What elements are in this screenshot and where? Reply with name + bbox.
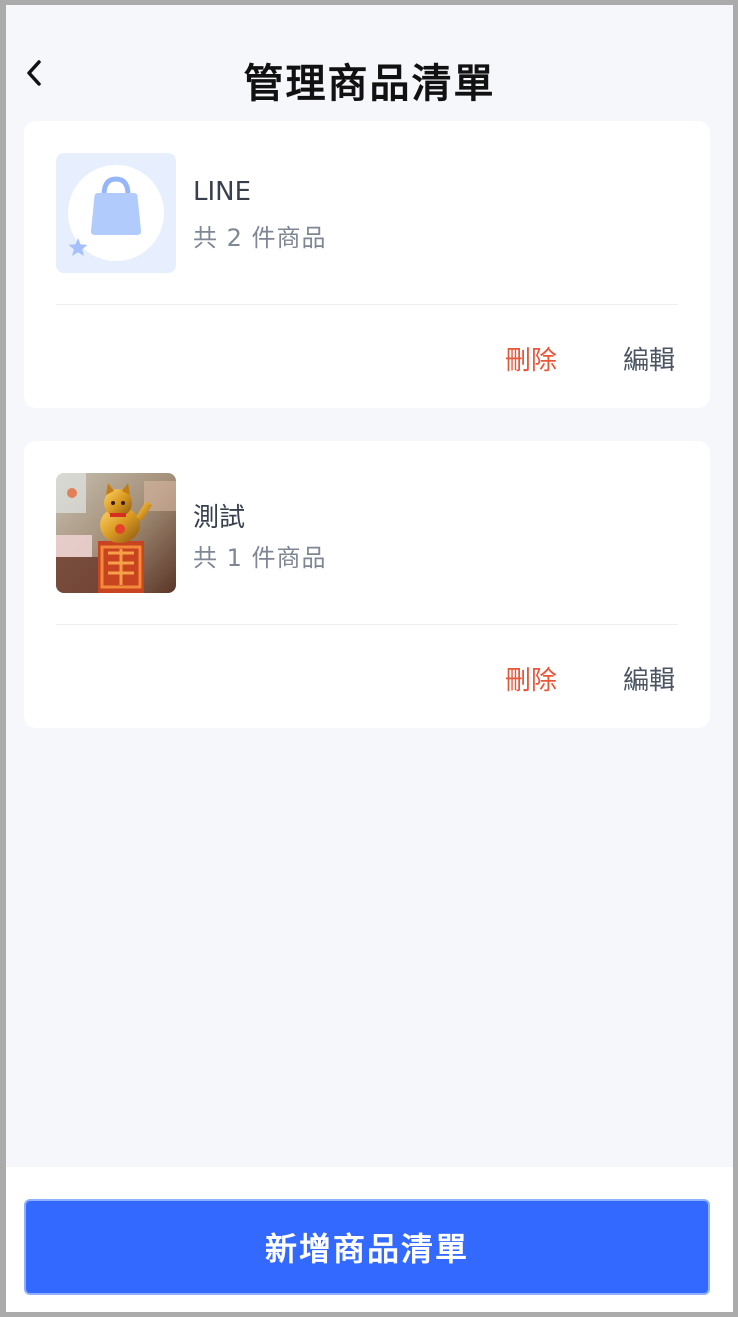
screen: 管理商品清單 LINE 共 2 件商品 刪除 編輯 測試 共 1 件商品 刪除 … [6, 5, 733, 1312]
list-name: LINE [193, 177, 252, 207]
lucky-cat-image [56, 473, 176, 593]
divider [56, 624, 678, 625]
add-list-button[interactable]: 新增商品清單 [24, 1199, 710, 1295]
shopping-bag-icon [68, 165, 164, 261]
list-count: 共 2 件商品 [193, 224, 327, 252]
list-name: 測試 [193, 503, 246, 533]
edit-button[interactable]: 編輯 [623, 340, 675, 377]
page-title: 管理商品清單 [243, 61, 496, 107]
list-card: 測試 共 1 件商品 刪除 編輯 [24, 441, 710, 728]
list-thumbnail [56, 473, 176, 593]
header: 管理商品清單 [6, 5, 733, 121]
list-count: 共 1 件商品 [193, 544, 327, 572]
delete-button[interactable]: 刪除 [505, 660, 557, 697]
divider [56, 304, 678, 305]
list-thumbnail [56, 153, 176, 273]
edit-button[interactable]: 編輯 [623, 660, 675, 697]
list-card: LINE 共 2 件商品 刪除 編輯 [24, 121, 710, 408]
footer: 新增商品清單 [6, 1167, 733, 1312]
delete-button[interactable]: 刪除 [505, 340, 557, 377]
